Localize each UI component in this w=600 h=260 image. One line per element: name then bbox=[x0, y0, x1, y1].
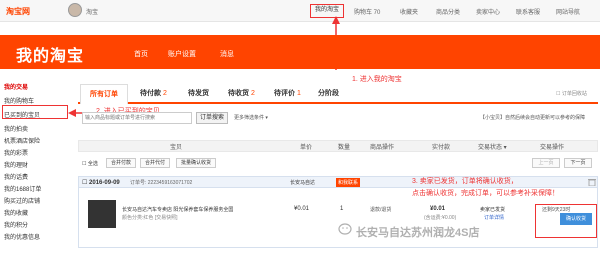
more-filters-link[interactable]: 更多筛选条件 ▾ bbox=[234, 114, 268, 121]
top-nav-seller[interactable]: 卖家中心 bbox=[476, 7, 500, 16]
merge-pay-button[interactable]: 合并付款 bbox=[106, 158, 136, 168]
search-notice: 【小宝贝】自然后续会自动更新可以参考的保障 bbox=[480, 115, 586, 121]
annotation-step-1: 1. 进入我的淘宝 bbox=[352, 76, 402, 83]
header-nav-messages[interactable]: 消息 bbox=[220, 49, 234, 59]
col-paid: 实付款 bbox=[432, 145, 451, 151]
watermark: 长安马自达苏州润龙4S店 bbox=[356, 227, 480, 239]
sidebar-item-finance[interactable]: 我的理财 bbox=[4, 160, 28, 169]
sidebar-item-shops[interactable]: 购买过的店铺 bbox=[4, 196, 40, 205]
delete-icon[interactable] bbox=[588, 178, 596, 186]
tab-pending-payment[interactable]: 待付款 2 bbox=[140, 88, 167, 98]
select-all-checkbox[interactable]: ☐ 全选 bbox=[82, 160, 98, 167]
top-nav-categories[interactable]: 商品分类 bbox=[436, 7, 460, 16]
tab-staged[interactable]: 分阶段 bbox=[318, 88, 339, 98]
merge-proxy-pay-button[interactable]: 合并代付 bbox=[140, 158, 170, 168]
sidebar: 我的交易 我的购物车 已买到的宝贝 我的拍卖 机票酒店保险 我的彩票 我的理财 … bbox=[0, 72, 72, 260]
top-nav-sitemap[interactable]: 网站导航 bbox=[556, 7, 580, 16]
col-item-actions: 商品操作 bbox=[370, 145, 395, 151]
col-price: 单价 bbox=[300, 145, 313, 151]
highlight-box-purchased bbox=[2, 105, 68, 119]
wechat-icon bbox=[338, 223, 352, 235]
tab-pending-review[interactable]: 待评价 1 bbox=[274, 88, 301, 98]
tab-label: 待付款 bbox=[140, 90, 161, 97]
tab-label: 待评价 bbox=[274, 90, 295, 97]
sidebar-item-auction[interactable]: 我的拍卖 bbox=[4, 124, 28, 133]
page-title: 我的淘宝 bbox=[16, 48, 85, 65]
tab-label: 待收货 bbox=[228, 90, 249, 97]
tab-all-orders[interactable]: 所有订单 bbox=[80, 84, 128, 104]
order-details-link[interactable]: 订单详情 bbox=[484, 214, 504, 221]
order-number: 订单号: 2223459163071702 bbox=[130, 180, 193, 186]
contact-seller-button[interactable]: 和我联系 bbox=[336, 178, 361, 187]
avatar[interactable] bbox=[68, 3, 82, 17]
product-spec: 颜色分类:红色 [交易快照] bbox=[122, 215, 178, 221]
top-nav-favorites[interactable]: 收藏夹 bbox=[400, 7, 418, 16]
top-nav-support[interactable]: 联系客服 bbox=[516, 7, 540, 16]
quantity: 1 bbox=[340, 206, 344, 212]
search-button[interactable]: 订单搜索 bbox=[196, 112, 228, 124]
recycle-bin-link[interactable]: ☐ 订单回收站 bbox=[556, 90, 587, 97]
header-nav-home[interactable]: 首页 bbox=[134, 49, 148, 59]
paid-amount: ¥0.01 bbox=[430, 206, 446, 212]
col-status[interactable]: 交易状态 ▾ bbox=[478, 142, 507, 151]
top-nav-cart[interactable]: 购物车 70 bbox=[354, 7, 380, 16]
tab-count: 2 bbox=[250, 90, 255, 97]
top-username[interactable]: 淘宝 bbox=[86, 7, 98, 16]
sidebar-item-cart[interactable]: 我的购物车 bbox=[4, 96, 34, 105]
annotation-step-3-line-2: 点击确认收货，完成订单，可以参考补采保障！ bbox=[412, 190, 559, 197]
sidebar-item-1688[interactable]: 我的1688订单 bbox=[4, 184, 41, 193]
annotation-step-3-line-1: 3. 卖家已发货，订单将确认收货， bbox=[412, 178, 518, 185]
tab-pending-shipment[interactable]: 待发货 bbox=[188, 88, 209, 98]
highlight-box-confirm bbox=[535, 204, 597, 238]
sidebar-item-phone[interactable]: 我的话费 bbox=[4, 172, 28, 181]
sidebar-item-points[interactable]: 我的积分 bbox=[4, 220, 28, 229]
product-image[interactable] bbox=[88, 200, 116, 228]
sidebar-item-coupons[interactable]: 我的优惠信息 bbox=[4, 232, 40, 241]
search-input[interactable] bbox=[82, 112, 192, 124]
tab-pending-receipt[interactable]: 待收货 2 bbox=[228, 88, 255, 98]
sidebar-item-favorites[interactable]: 我的收藏 bbox=[4, 208, 28, 217]
sidebar-item-travel[interactable]: 机票酒店保险 bbox=[4, 136, 40, 145]
tab-count: 1 bbox=[296, 90, 301, 97]
sidebar-section-title: 我的交易 bbox=[4, 85, 29, 91]
page-header bbox=[0, 35, 600, 69]
tab-label: 分阶段 bbox=[318, 90, 339, 97]
col-actions: 交易操作 bbox=[540, 145, 565, 151]
tab-count: 2 bbox=[162, 90, 167, 97]
unit-price: ¥0.01 bbox=[294, 206, 310, 212]
sidebar-item-lottery[interactable]: 我的彩票 bbox=[4, 148, 28, 157]
col-item: 宝贝 bbox=[170, 145, 183, 151]
prev-page-button[interactable]: 上一页 bbox=[532, 158, 560, 168]
shipping-fee: (含运费:¥0.00) bbox=[424, 215, 457, 221]
product-title[interactable]: 长安马自达汽车专卖店 阳光保养套车保养服务全国 bbox=[122, 206, 233, 213]
order-date[interactable]: ☐ 2016-09-09 bbox=[82, 179, 120, 186]
header-nav-account-settings[interactable]: 账户设置 bbox=[168, 49, 196, 59]
site-logo[interactable]: 淘宝网 bbox=[6, 6, 30, 17]
order-shop[interactable]: 长安马自达 bbox=[290, 179, 315, 186]
refund-link[interactable]: 退款/退货 bbox=[370, 206, 391, 213]
batch-confirm-button[interactable]: 批量确认收货 bbox=[176, 158, 216, 168]
col-qty: 数量 bbox=[338, 145, 351, 151]
next-page-button[interactable]: 下一页 bbox=[564, 158, 592, 168]
tab-label: 待发货 bbox=[188, 90, 209, 97]
order-status: 卖家已发货 bbox=[480, 207, 506, 213]
